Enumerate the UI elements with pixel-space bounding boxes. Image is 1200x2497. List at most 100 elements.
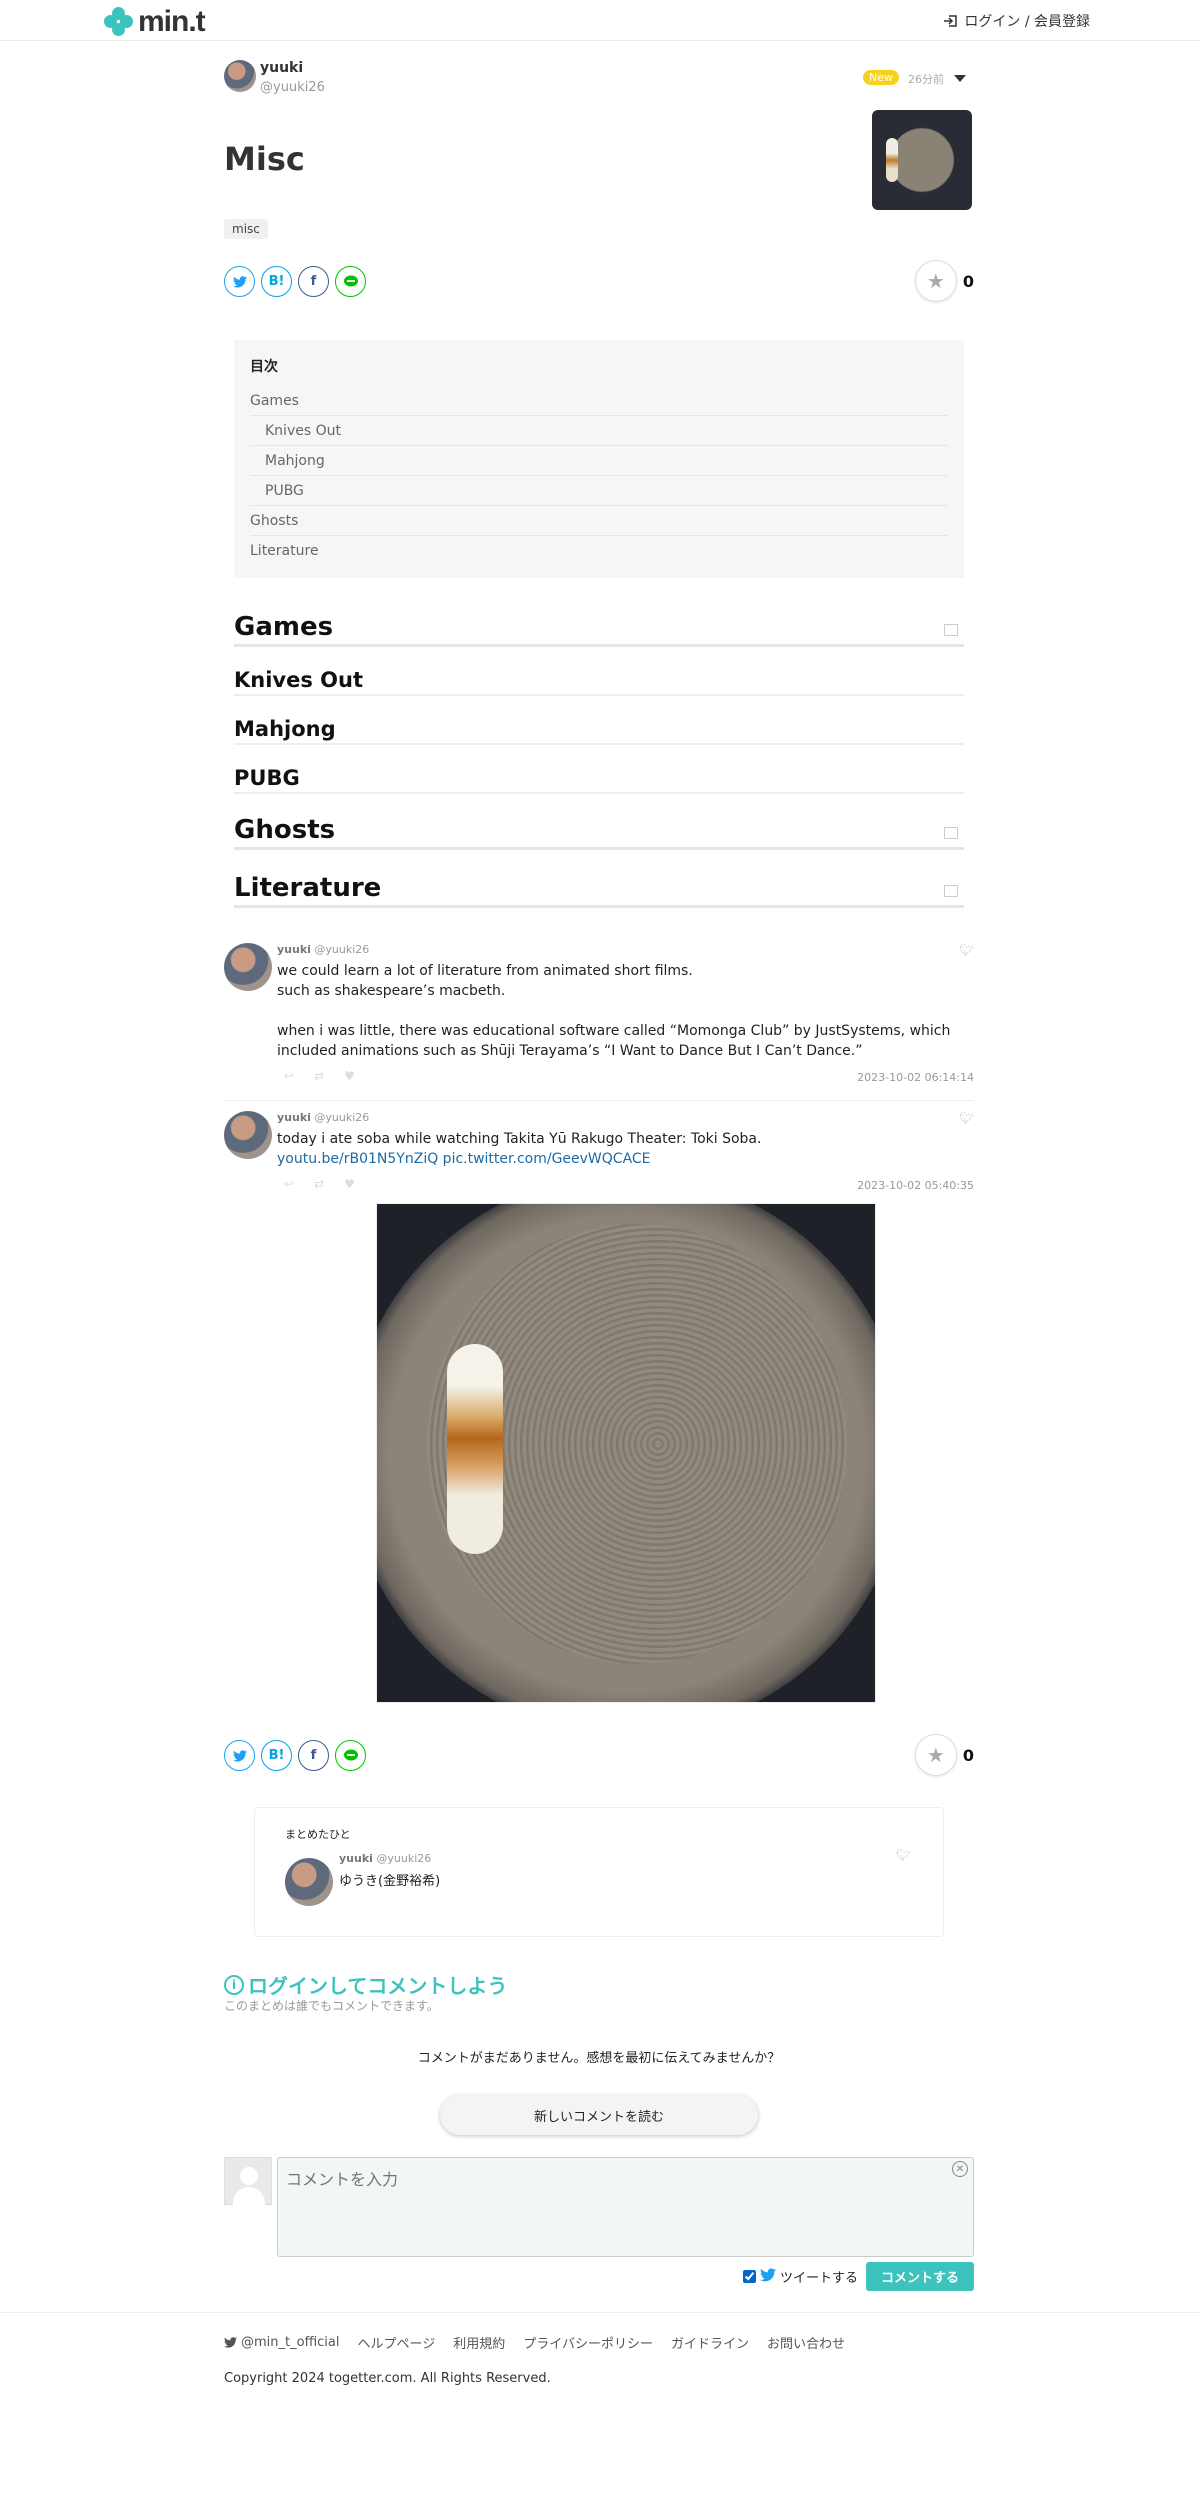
section-heading-text: Literature [234, 873, 382, 903]
share-line-button[interactable] [335, 266, 366, 297]
like-area-bottom: ★ 0 [914, 1734, 974, 1776]
reply-icon[interactable]: ↩ [284, 1177, 294, 1191]
tweet-author-name[interactable]: yuuki [277, 943, 311, 956]
tweet-meta: yuuki @yuuki26 [277, 1111, 369, 1124]
comment-submit-row: ツイートする コメントする [742, 2262, 974, 2291]
share-twitter-button[interactable] [224, 266, 255, 297]
facebook-icon: f [310, 1748, 317, 1763]
footer-twitter-handle: @min_t_official [241, 2335, 340, 2350]
comment-login-title[interactable]: i ログインしてコメントしよう [224, 1970, 507, 1999]
retweet-icon[interactable]: ⇄ [314, 1177, 324, 1191]
hatena-icon: B! [268, 274, 285, 289]
tweet-divider [224, 1100, 974, 1101]
twitter-icon [232, 1749, 247, 1762]
twitter-icon [232, 275, 247, 288]
footer-link-terms[interactable]: 利用規約 [453, 2333, 505, 2352]
toc-item-games[interactable]: Games [250, 386, 948, 416]
section-heading-ghosts: Ghosts [234, 815, 964, 850]
footer-link-help[interactable]: ヘルプページ [357, 2333, 435, 2352]
tag-misc[interactable]: misc [224, 219, 268, 239]
star-icon: ★ [926, 1743, 945, 1767]
tweet-avatar[interactable] [224, 943, 272, 991]
section-toc-icon[interactable] [944, 827, 958, 839]
tweet-date[interactable]: 2023-10-02 06:14:14 [857, 1071, 974, 1084]
footer-link-privacy[interactable]: プライバシーポリシー [523, 2333, 653, 2352]
toc-item-literature[interactable]: Literature [250, 536, 948, 566]
footer-twitter-link[interactable]: @min_t_official [224, 2335, 339, 2350]
section-heading-games: Games [234, 612, 964, 647]
section-toc-icon[interactable] [944, 885, 958, 897]
twitter-bird-icon[interactable]: 🐦︎ [959, 943, 974, 957]
submit-comment-button[interactable]: コメントする [865, 2262, 974, 2291]
site-logo[interactable]: min.t [104, 5, 206, 39]
footer-links: @min_t_official ヘルプページ 利用規約 プライバシーポリシー ガ… [224, 2333, 845, 2352]
toc-item-knives-out[interactable]: Knives Out [250, 416, 948, 446]
like-heart-icon[interactable]: ♥ [344, 1177, 355, 1191]
curator-meta: yuuki @yuuki26 [339, 1852, 431, 1865]
facebook-icon: f [310, 274, 317, 289]
curator-label: まとめたひと [285, 1828, 351, 1841]
reply-icon[interactable]: ↩ [284, 1069, 294, 1083]
info-icon: i [224, 1974, 244, 1995]
toc-item-ghosts[interactable]: Ghosts [250, 506, 948, 536]
curator-description: ゆうき(金野裕希) [339, 1874, 441, 1889]
section-toc-icon[interactable] [944, 624, 958, 636]
site-header: min.t ログイン / 会員登録 [0, 0, 1200, 41]
share-facebook-button[interactable]: f [298, 1740, 329, 1771]
tweet-avatar[interactable] [224, 1111, 272, 1159]
author-avatar[interactable] [224, 60, 256, 92]
section-heading-mahjong: Mahjong [234, 717, 964, 745]
kamaboko [447, 1344, 503, 1554]
twitter-bird-icon[interactable]: 🐦︎ [896, 1848, 911, 1862]
section-heading-text: Ghosts [234, 815, 336, 845]
like-count: 0 [962, 271, 974, 291]
section-heading-knives-out: Knives Out [234, 668, 964, 696]
share-line-button[interactable] [335, 1740, 366, 1771]
new-badge: New [863, 70, 899, 85]
tweet-author-name[interactable]: yuuki [277, 1111, 311, 1124]
curator-avatar[interactable] [285, 1858, 333, 1906]
share-hatena-button[interactable]: B! [261, 266, 292, 297]
clear-icon[interactable]: ✕ [952, 2161, 968, 2177]
toc-item-pubg[interactable]: PUBG [250, 476, 948, 506]
read-new-comments-button[interactable]: 新しいコメントを読む [440, 2095, 758, 2135]
share-buttons-top: B! f [224, 266, 366, 297]
tweet-date[interactable]: 2023-10-02 05:40:35 [857, 1179, 974, 1192]
tweet-link[interactable]: youtu.be/rB01N5YnZiQ pic.twitter.com/Gee… [277, 1149, 967, 1169]
footer-link-guidelines[interactable]: ガイドライン [671, 2333, 749, 2352]
login-icon [944, 15, 958, 27]
article-thumbnail [872, 110, 972, 210]
menu-caret-icon[interactable] [954, 75, 966, 82]
tweet-line: such as shakespeare’s macbeth. [277, 983, 506, 999]
comment-input[interactable] [277, 2157, 974, 2257]
login-link[interactable]: ログイン / 会員登録 [943, 11, 1090, 31]
like-heart-icon[interactable]: ♥ [344, 1069, 355, 1083]
share-hatena-button[interactable]: B! [261, 1740, 292, 1771]
page-title: Misc [224, 140, 305, 178]
logo-mark-icon [104, 7, 134, 37]
section-heading-text: Games [234, 612, 334, 642]
twitter-bird-icon[interactable]: 🐦︎ [959, 1111, 974, 1125]
twitter-icon [224, 2337, 237, 2348]
like-star-button[interactable]: ★ [914, 260, 957, 302]
comment-subtitle: このまとめは誰でもコメントできます。 [224, 1999, 439, 2013]
anonymous-avatar [224, 2157, 272, 2207]
retweet-icon[interactable]: ⇄ [314, 1069, 324, 1083]
like-star-button[interactable]: ★ [914, 1734, 957, 1776]
tweet-label[interactable]: ツイートする [780, 2267, 858, 2286]
tweet-actions: ↩ ⇄ ♥ [284, 1069, 355, 1083]
line-icon [343, 275, 358, 286]
share-twitter-button[interactable] [224, 1740, 255, 1771]
site-footer: @min_t_official ヘルプページ 利用規約 プライバシーポリシー ガ… [0, 2312, 1200, 2386]
toc-item-mahjong[interactable]: Mahjong [250, 446, 948, 476]
tweet-image-soba[interactable] [376, 1203, 876, 1703]
tweet-author-handle: @yuuki26 [314, 1111, 370, 1124]
author-name[interactable]: yuuki [260, 60, 303, 76]
section-heading-literature: Literature [234, 873, 964, 908]
tweet-checkbox[interactable] [742, 2270, 756, 2283]
curator-name[interactable]: yuuki [339, 1852, 373, 1865]
share-facebook-button[interactable]: f [298, 266, 329, 297]
tweet-card: yuuki @yuuki26 🐦︎ today i ate soba while… [224, 1111, 974, 1201]
footer-link-contact[interactable]: お問い合わせ [767, 2333, 845, 2352]
copyright: Copyright 2024 togetter.com. All Rights … [224, 2371, 551, 2386]
